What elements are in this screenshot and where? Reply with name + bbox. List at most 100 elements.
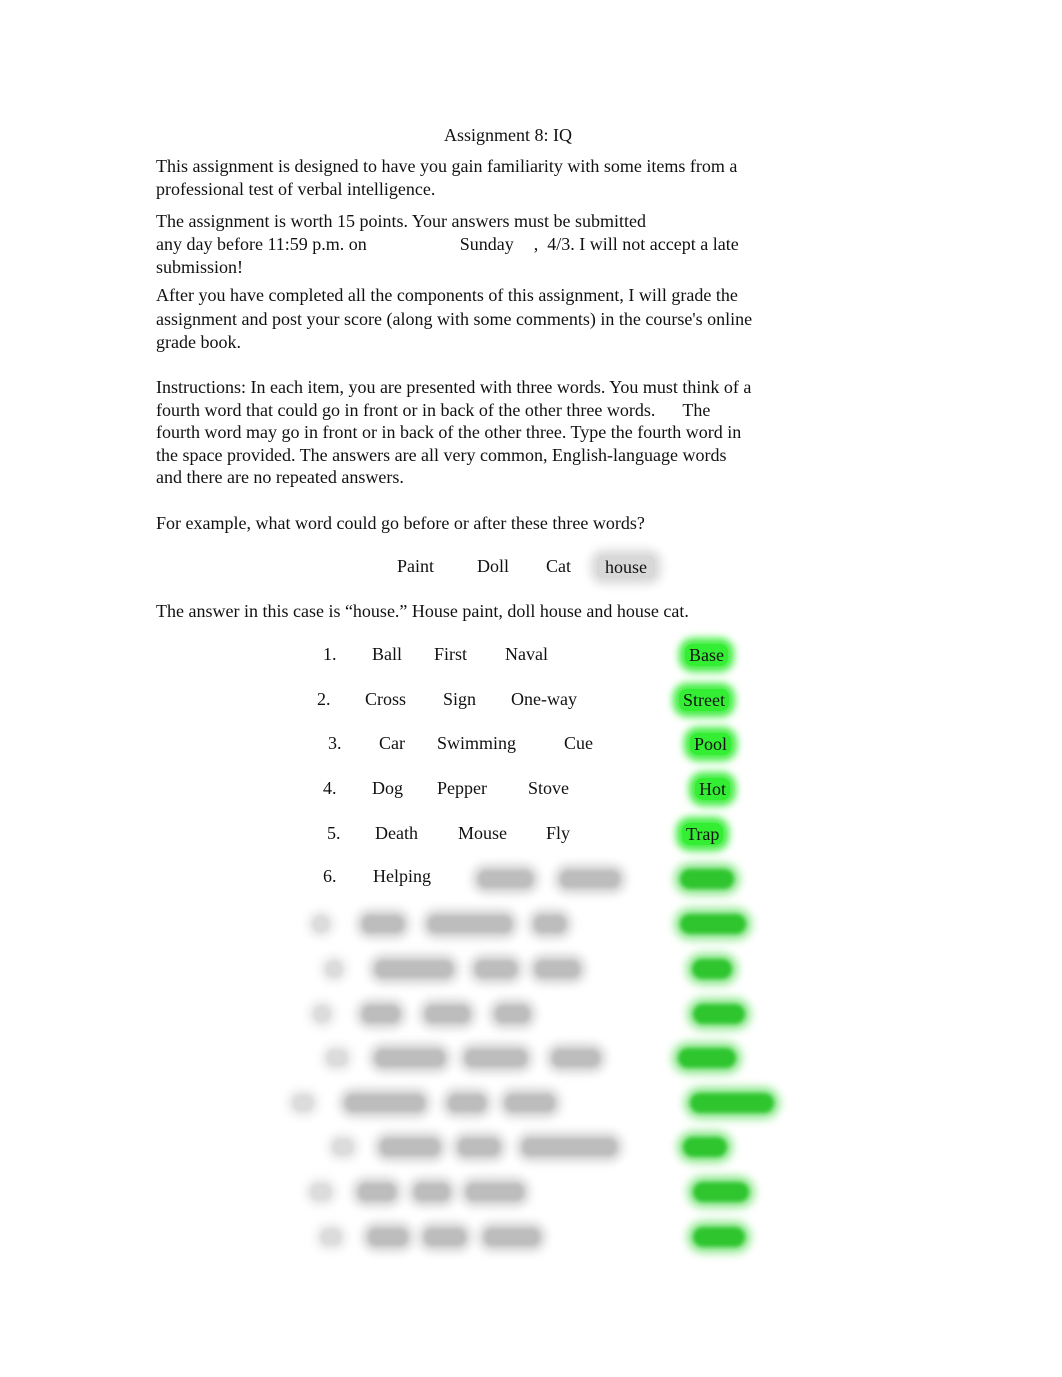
blurred-word [552,1049,600,1067]
item-word: Cross [365,689,407,709]
instructions-part-1: Instructions: In each item, you are pres… [156,377,752,420]
worth-paragraph: The assignment is worth 15 points. Your … [156,210,796,279]
blurred-word [495,1005,530,1023]
redacted-question-item [0,1090,1062,1116]
worth-line-3: submission! [156,257,244,277]
item-number: 3. [328,733,342,753]
item-word: Ball [372,644,402,664]
item-word: Cue [564,733,593,753]
answer-field[interactable]: Pool [690,733,732,755]
blurred-word [428,915,512,933]
redacted-question-item [0,1224,1062,1250]
blurred-word [475,960,517,978]
item-word: Sign [443,689,477,709]
instructions-paragraph: Instructions: In each item, you are pres… [156,376,756,489]
blurred-word [448,1094,486,1112]
blurred-word [465,1049,527,1067]
blurred-answer-field[interactable] [680,869,734,889]
item-word: Car [379,733,405,753]
worth-line-1: The assignment is worth 15 points. Your … [156,211,646,231]
redacted-question-item [0,1045,1062,1071]
blurred-answer-field[interactable] [690,1093,774,1113]
item-word: One-way [511,689,577,709]
example-answer-field[interactable]: house [597,556,655,578]
question-item: 1. Ball First Naval Base [0,644,1062,670]
blurred-word [535,960,580,978]
blurred-word [425,1005,470,1023]
blurred-answer-field[interactable] [693,1182,749,1202]
blurred-word [362,1005,400,1023]
blurred-answer-field[interactable] [680,914,746,934]
item-number: 6. [323,866,337,886]
blurred-number [313,1005,331,1023]
blurred-word [484,1228,540,1246]
blurred-word [522,1138,617,1156]
redacted-question-item [0,1001,1062,1027]
deadline-day: Sunday [459,234,514,254]
item-word: Helping [373,866,431,886]
item-word: Stove [528,778,570,798]
item-word: Swimming [437,733,517,753]
answer-field[interactable]: Trap [682,823,724,845]
blurred-word [478,870,533,888]
deadline-text: any day before 11:59 p.m. on [156,234,367,254]
item-word: Pepper [437,778,487,798]
redacted-question-item [0,956,1062,982]
blurred-word [424,1228,466,1246]
blurred-number [292,1094,314,1112]
document-page: Assignment 8: IQ This assignment is desi… [0,0,1062,1377]
item-word: Mouse [458,823,507,843]
item-word: Fly [546,823,571,843]
blurred-number [320,1228,342,1246]
example-row: Paint Doll Cat house [0,556,1062,580]
item-word: First [434,644,468,664]
blurred-word [358,1183,396,1201]
question-item: 6. Helping [0,866,1062,892]
blurred-word [362,915,404,933]
redacted-question-item [0,1134,1062,1160]
item-word: Death [375,823,418,843]
blurred-number [310,1183,332,1201]
redacted-question-item [0,1179,1062,1205]
intro-paragraph: This assignment is designed to have you … [156,156,738,199]
blurred-answer-field[interactable] [692,959,732,979]
blurred-word [375,1049,445,1067]
question-item: 3. Car Swimming Cue Pool [0,733,1062,759]
blurred-number [325,960,343,978]
question-item: 2. Cross Sign One-way Street [0,689,1062,715]
item-number: 4. [323,778,337,798]
item-number: 1. [323,644,337,664]
blurred-answer-field[interactable] [683,1137,727,1157]
blurred-word [414,1183,450,1201]
page-title: Assignment 8: IQ [444,125,572,145]
blurred-number [332,1138,354,1156]
item-word: Naval [505,644,548,664]
blurred-word [368,1228,408,1246]
item-number: 5. [327,823,341,843]
blurred-word [345,1094,425,1112]
answer-field[interactable]: Hot [695,778,730,800]
worth-line-2: any day before 11:59 p.m. on Sunday , 4/3.… [156,233,796,256]
item-number: 2. [317,689,331,709]
blurred-number [312,915,330,933]
redacted-question-item [0,911,1062,937]
question-item: 5. Death Mouse Fly Trap [0,823,1062,849]
blurred-answer-field[interactable] [693,1004,745,1024]
answer-field[interactable]: Base [685,644,728,666]
example-word: Paint [397,556,435,576]
item-word: Dog [372,778,403,798]
blurred-word [505,1094,555,1112]
blurred-word [560,870,620,888]
blurred-number [326,1049,348,1067]
question-item: 4. Dog Pepper Stove Hot [0,778,1062,804]
blurred-answer-field[interactable] [693,1227,745,1247]
answer-field[interactable]: Street [679,689,729,711]
blurred-word [466,1183,524,1201]
example-explanation: The answer in this case is “house.” Hous… [156,601,689,621]
grading-paragraph: After you have completed all the compone… [156,285,753,352]
example-word: Doll [477,556,510,576]
blurred-answer-field[interactable] [678,1048,736,1068]
example-prompt: For example, what word could go before o… [156,513,645,533]
blurred-word [534,915,566,933]
example-word: Cat [546,556,571,576]
